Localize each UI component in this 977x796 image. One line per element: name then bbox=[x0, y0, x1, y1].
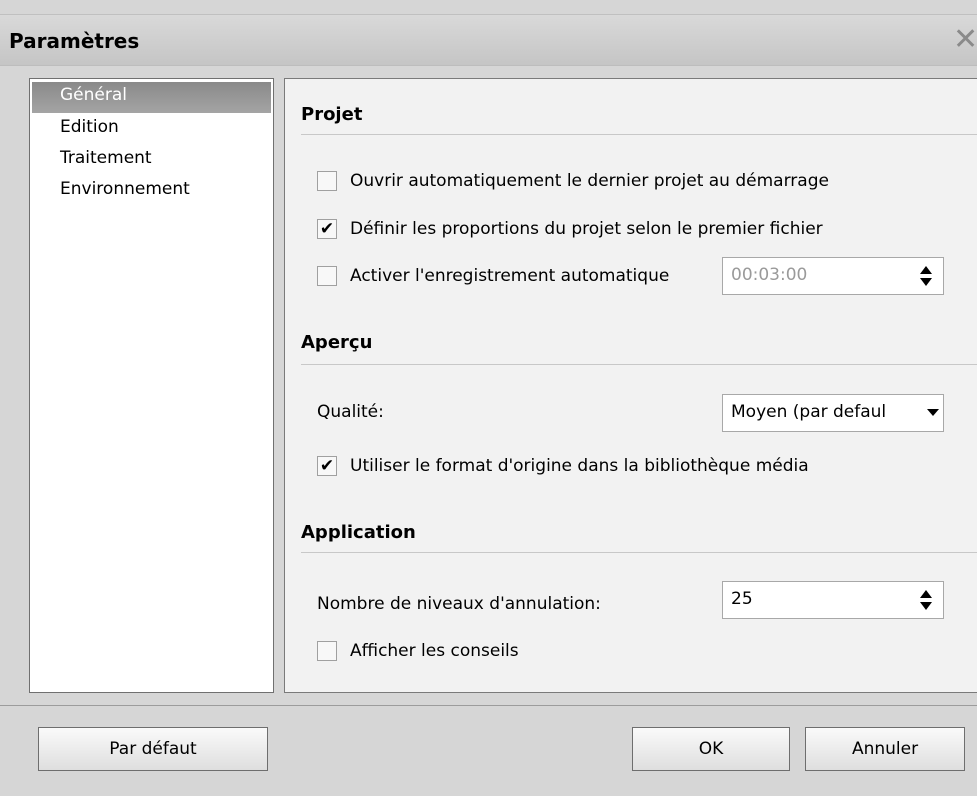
autosave-interval-value: 00:03:00 bbox=[731, 265, 808, 285]
spin-arrows-icon[interactable] bbox=[919, 264, 933, 288]
autosave-label[interactable]: Activer l'enregistrement automatique bbox=[350, 266, 669, 286]
project-proportions-label[interactable]: Définir les proportions du projet selon … bbox=[350, 219, 823, 239]
chevron-down-icon bbox=[927, 409, 939, 416]
section-title-application: Application bbox=[301, 522, 416, 543]
checkbox-open-last-project[interactable] bbox=[317, 171, 337, 191]
open-last-project-label[interactable]: Ouvrir automatiquement le dernier projet… bbox=[350, 171, 829, 191]
nav-item-edition[interactable]: Edition bbox=[32, 114, 271, 145]
checkbox-original-format[interactable]: ✔ bbox=[317, 456, 337, 476]
check-icon: ✔ bbox=[319, 219, 335, 239]
checkbox-project-proportions[interactable]: ✔ bbox=[317, 219, 337, 239]
section-divider bbox=[301, 134, 977, 135]
undo-levels-stepper[interactable]: 25 bbox=[722, 581, 944, 619]
spin-arrows-icon[interactable] bbox=[919, 588, 933, 612]
ok-button[interactable]: OK bbox=[632, 727, 790, 771]
default-button[interactable]: Par défaut bbox=[38, 727, 268, 771]
undo-levels-value: 25 bbox=[731, 589, 753, 609]
nav-item-label: Edition bbox=[60, 117, 119, 137]
section-divider bbox=[301, 552, 977, 553]
section-title-apercu: Aperçu bbox=[301, 332, 373, 353]
checkbox-autosave[interactable] bbox=[317, 266, 337, 286]
quality-select[interactable]: Moyen (par defaul bbox=[722, 394, 944, 432]
nav-item-environnement[interactable]: Environnement bbox=[32, 176, 271, 207]
nav-item-general[interactable]: Général bbox=[32, 82, 271, 113]
autosave-interval-stepper[interactable]: 00:03:00 bbox=[722, 257, 944, 295]
quality-select-value: Moyen (par defaul bbox=[731, 402, 887, 422]
footer-divider bbox=[0, 705, 977, 706]
nav-item-label: Général bbox=[60, 85, 127, 105]
quality-label: Qualité: bbox=[317, 402, 384, 422]
checkbox-show-tips[interactable] bbox=[317, 641, 337, 661]
undo-levels-label: Nombre de niveaux d'annulation: bbox=[317, 594, 601, 614]
cancel-button[interactable]: Annuler bbox=[805, 727, 965, 771]
original-format-label[interactable]: Utiliser le format d'origine dans la bib… bbox=[350, 456, 809, 476]
show-tips-label[interactable]: Afficher les conseils bbox=[350, 641, 519, 661]
dialog-title: Paramètres bbox=[9, 29, 140, 53]
nav-item-label: Environnement bbox=[60, 179, 190, 199]
close-icon[interactable]: ✕ bbox=[953, 23, 977, 57]
settings-panel: Projet Ouvrir automatiquement le dernier… bbox=[284, 78, 977, 693]
check-icon: ✔ bbox=[319, 456, 335, 476]
nav-item-traitement[interactable]: Traitement bbox=[32, 145, 271, 176]
settings-dialog: Paramètres ✕ Général Edition Traitement … bbox=[0, 0, 977, 796]
nav-item-label: Traitement bbox=[60, 148, 152, 168]
title-bar: Paramètres ✕ bbox=[0, 14, 977, 66]
section-title-projet: Projet bbox=[301, 104, 363, 125]
settings-nav: Général Edition Traitement Environnement bbox=[29, 78, 274, 693]
section-divider bbox=[301, 364, 977, 365]
